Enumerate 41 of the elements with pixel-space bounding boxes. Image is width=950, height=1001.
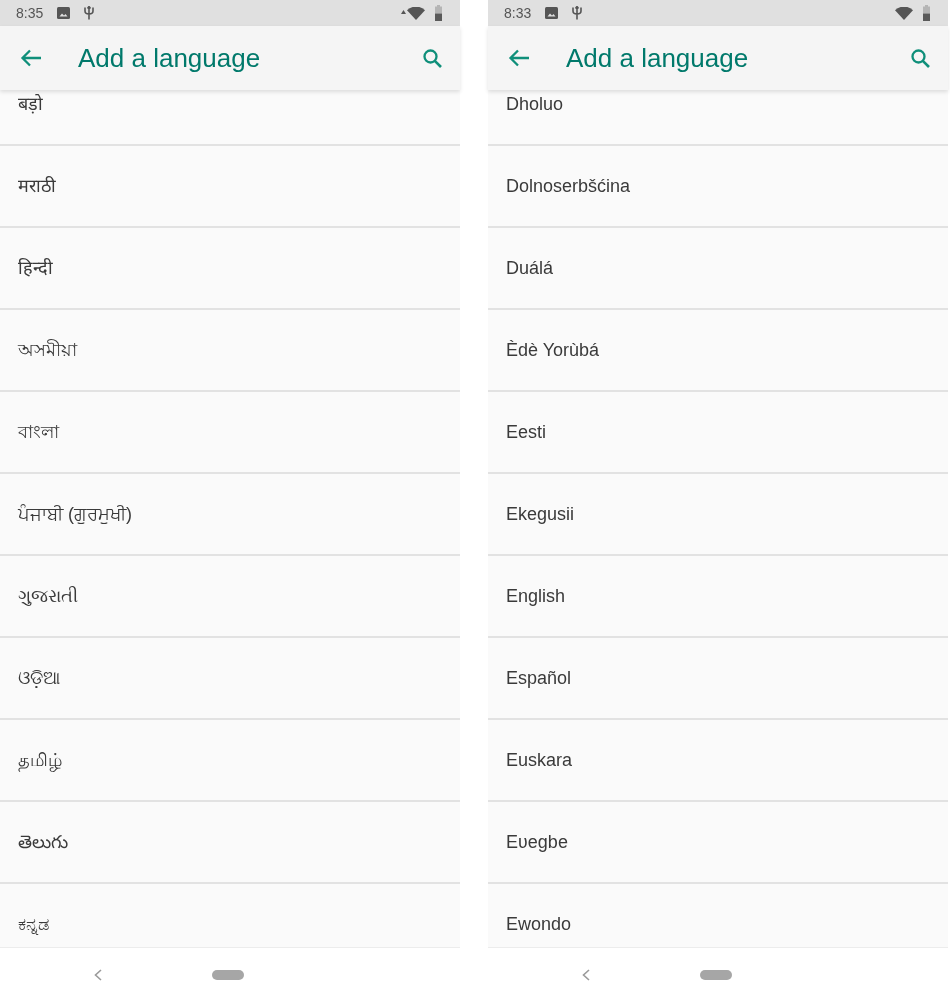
language-option[interactable]: ગુજરાતી — [18, 585, 78, 607]
search-icon[interactable] — [423, 48, 442, 68]
back-icon[interactable] — [508, 49, 530, 67]
nav-back-icon[interactable] — [582, 968, 590, 981]
trident-icon — [572, 6, 583, 20]
language-option[interactable]: Eesti — [506, 421, 547, 443]
screen-title: Add a language — [78, 43, 261, 73]
language-option[interactable]: हिन्दी — [18, 257, 53, 279]
language-option[interactable]: ଓଡ଼ିଆ — [18, 667, 60, 689]
language-option[interactable]: Duálá — [506, 257, 554, 279]
home-button[interactable] — [700, 969, 732, 980]
language-option[interactable]: বাংলা — [18, 421, 59, 443]
back-icon[interactable] — [20, 49, 42, 67]
language-option[interactable]: অসমীয়া — [18, 339, 77, 361]
screen-title: Add a language — [566, 43, 749, 73]
trident-icon — [84, 6, 95, 20]
wifi-icon — [407, 6, 425, 20]
image-icon — [545, 7, 559, 19]
nav-back-icon[interactable] — [94, 968, 102, 981]
status-time: 8:35 — [16, 5, 44, 21]
language-option[interactable]: ಕನ್ನಡ — [18, 913, 49, 935]
language-option[interactable]: Dolnoserbšćina — [506, 175, 631, 197]
language-option[interactable]: தமிழ் — [18, 749, 62, 771]
battery-icon — [435, 5, 442, 21]
language-option[interactable]: Ekegusii — [506, 503, 575, 525]
language-option[interactable]: ਪੰਜਾਬੀ (ਗੁਰਮੁਖੀ) — [18, 503, 132, 525]
language-option[interactable]: తెలుగు — [18, 831, 68, 853]
status-time: 8:33 — [504, 5, 532, 21]
language-option[interactable]: Dholuo — [506, 93, 564, 115]
home-button[interactable] — [212, 969, 244, 980]
language-option[interactable]: बड़ो — [18, 93, 43, 115]
language-option[interactable]: Ewondo — [506, 913, 572, 935]
language-option[interactable]: Eʋegbe — [506, 831, 568, 853]
language-option[interactable]: Euskara — [506, 749, 573, 771]
battery-icon — [923, 5, 930, 21]
language-option[interactable]: Èdè Yorùbá — [506, 339, 600, 361]
search-icon[interactable] — [911, 48, 930, 68]
language-option[interactable]: मराठी — [18, 175, 56, 197]
language-option[interactable]: English — [506, 585, 566, 607]
image-icon — [57, 7, 71, 19]
language-option[interactable]: Español — [506, 667, 572, 689]
